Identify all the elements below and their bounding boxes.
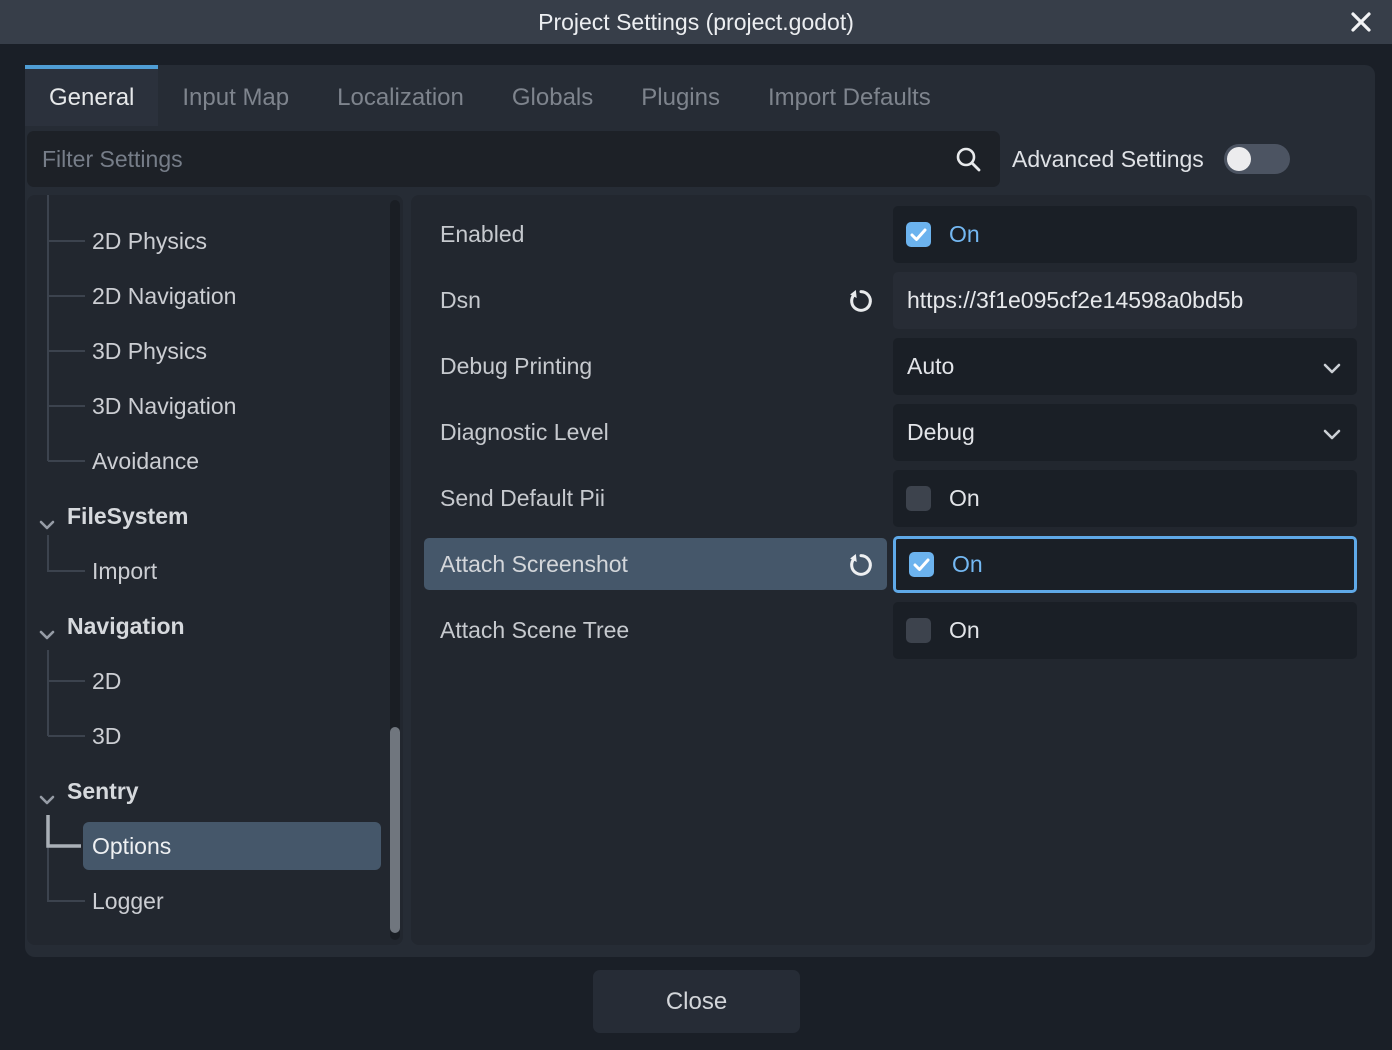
window-title: Project Settings (project.godot) (538, 8, 854, 35)
tree-section-sentry[interactable]: Sentry (27, 764, 403, 819)
tree-item-2d-physics[interactable]: 2D Physics (27, 214, 403, 269)
close-icon[interactable] (1344, 5, 1378, 39)
enabled-value-cell: On (893, 206, 1357, 263)
tree-item-options[interactable]: Options (27, 819, 403, 874)
tab-plugins[interactable]: Plugins (617, 65, 744, 126)
tree-item-logger[interactable]: Logger (27, 874, 403, 929)
setting-row-debug-printing: Debug Printing Auto (411, 338, 1372, 395)
dsn-text-field[interactable]: https://3f1e095cf2e14598a0bd5b (893, 272, 1357, 329)
tab-globals[interactable]: Globals (488, 65, 617, 126)
advanced-settings-toggle[interactable] (1223, 144, 1290, 174)
setting-label: Debug Printing (440, 353, 593, 379)
setting-row-dsn: Dsn https://3f1e095cf2e14598a0bd5b (411, 272, 1372, 329)
setting-label: Enabled (440, 221, 525, 247)
filter-settings-input[interactable] (27, 131, 1000, 187)
chevron-down-icon[interactable] (39, 509, 55, 536)
chevron-down-icon[interactable] (39, 784, 55, 811)
revert-icon[interactable] (846, 286, 876, 316)
setting-label: Send Default Pii (440, 485, 605, 511)
tree-item-2d-navigation[interactable]: 2D Navigation (27, 269, 403, 324)
tree-item-3d[interactable]: 3D (27, 709, 403, 764)
settings-tree-sidebar: 2D Physics 2D Navigation 3D Physics 3D N… (27, 195, 403, 945)
tree-item-avoidance[interactable]: Avoidance (27, 434, 403, 489)
tab-input-map[interactable]: Input Map (158, 65, 313, 126)
chevron-down-icon[interactable] (39, 619, 55, 646)
close-button[interactable]: Close (593, 970, 800, 1033)
tab-import-defaults[interactable]: Import Defaults (744, 65, 955, 126)
setting-label: Diagnostic Level (440, 419, 609, 445)
chevron-down-icon (1323, 427, 1341, 445)
tree-item-3d-physics[interactable]: 3D Physics (27, 324, 403, 379)
setting-row-attach-screenshot: Attach Screenshot On (411, 536, 1372, 593)
setting-label: Attach Scene Tree (440, 617, 630, 643)
advanced-settings-label: Advanced Settings (1012, 145, 1204, 172)
setting-row-attach-scene-tree: Attach Scene Tree On (411, 602, 1372, 659)
setting-row-send-default-pii: Send Default Pii On (411, 470, 1372, 527)
tab-localization[interactable]: Localization (313, 65, 488, 126)
setting-label: Attach Screenshot (440, 551, 628, 577)
checkbox-state-label: On (949, 617, 980, 643)
dropdown-value: Auto (907, 353, 955, 379)
enabled-checkbox[interactable] (906, 222, 931, 247)
tab-bar: General Input Map Localization Globals P… (25, 65, 955, 126)
send-default-pii-checkbox[interactable] (906, 486, 931, 511)
tree-section-navigation[interactable]: Navigation (27, 599, 403, 654)
search-icon (953, 144, 983, 179)
debug-printing-dropdown[interactable]: Auto (893, 338, 1357, 395)
advanced-settings-group: Advanced Settings (1012, 131, 1290, 187)
attach-scene-tree-value-cell: On (893, 602, 1357, 659)
sidebar-scrollbar-thumb[interactable] (390, 727, 400, 933)
tree-section-filesystem[interactable]: FileSystem (27, 489, 403, 544)
tree-item-2d[interactable]: 2D (27, 654, 403, 709)
toggle-knob (1226, 147, 1251, 171)
tree-item-import[interactable]: Import (27, 544, 403, 599)
attach-screenshot-value-cell: On (893, 536, 1357, 593)
checkbox-state-label: On (952, 551, 983, 577)
tab-general[interactable]: General (25, 65, 159, 126)
dsn-value: https://3f1e095cf2e14598a0bd5b (907, 287, 1244, 313)
checkbox-state-label: On (949, 221, 980, 247)
setting-row-enabled: Enabled On (411, 206, 1372, 263)
settings-panel: Enabled On Dsn https://3f1e095cf2e14598a… (411, 195, 1372, 945)
send-default-pii-value-cell: On (893, 470, 1357, 527)
chevron-down-icon (1323, 361, 1341, 379)
dropdown-value: Debug (907, 419, 975, 445)
setting-row-diagnostic-level: Diagnostic Level Debug (411, 404, 1372, 461)
tree-item-3d-navigation[interactable]: 3D Navigation (27, 379, 403, 434)
attach-scene-tree-checkbox[interactable] (906, 618, 931, 643)
diagnostic-level-dropdown[interactable]: Debug (893, 404, 1357, 461)
checkbox-state-label: On (949, 485, 980, 511)
setting-label: Dsn (440, 287, 481, 313)
revert-icon[interactable] (846, 550, 876, 580)
attach-screenshot-checkbox[interactable] (909, 552, 934, 577)
titlebar: Project Settings (project.godot) (0, 0, 1392, 44)
